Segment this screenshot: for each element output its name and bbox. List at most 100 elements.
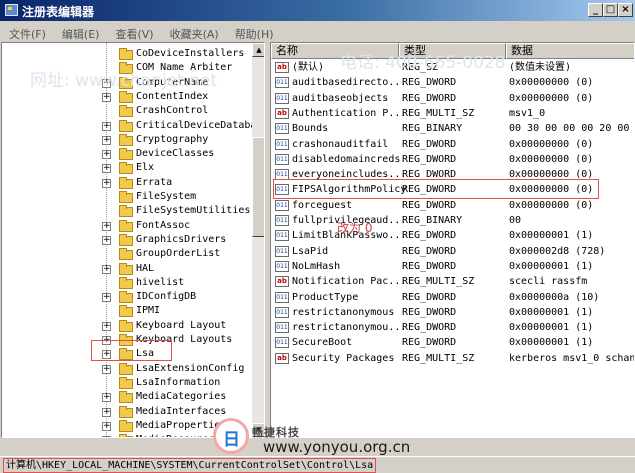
value-type: REG_DWORD xyxy=(402,77,457,89)
window-title: 注册表编辑器 xyxy=(22,5,95,19)
value-type: REG_DWORD xyxy=(402,260,457,272)
expand-plus-icon[interactable]: + xyxy=(102,121,111,131)
tree-vertical-scrollbar[interactable]: ▲ ▼ xyxy=(252,43,264,437)
tree-item[interactable]: hivelist xyxy=(2,276,252,290)
tree-item[interactable]: + MediaInterfaces xyxy=(2,405,252,419)
close-button[interactable]: × xyxy=(618,3,633,17)
tree-item[interactable]: GroupOrderList xyxy=(2,247,252,261)
tree-item[interactable]: IPMI xyxy=(2,304,252,318)
value-row[interactable]: 011 LsaPid REG_DWORD 0x000002d8 (728) xyxy=(271,244,634,259)
value-row[interactable]: 011 auditbaseobjects REG_DWORD 0x00000000 (… xyxy=(271,91,634,106)
expand-plus-icon[interactable]: + xyxy=(102,393,111,403)
column-header-data[interactable]: 数据 xyxy=(506,43,634,59)
tree-item[interactable]: + Elx xyxy=(2,161,252,175)
scroll-thumb[interactable] xyxy=(252,137,264,237)
expand-plus-icon[interactable]: + xyxy=(102,178,111,188)
binary-value-icon: 011 xyxy=(275,337,289,349)
value-type: REG_DWORD xyxy=(402,337,457,349)
tree-item[interactable]: FileSystem xyxy=(2,190,252,204)
tree-item[interactable]: + MediaCategories xyxy=(2,390,252,404)
expand-plus-icon[interactable]: + xyxy=(102,407,111,417)
value-data: scecli rassfm xyxy=(509,276,588,288)
tree-item-label: FontAssoc xyxy=(136,219,191,231)
tree-item-label: MediaCategories xyxy=(136,391,227,403)
tree-item[interactable]: + LsaExtensionConfig xyxy=(2,362,252,376)
binary-value-icon: 011 xyxy=(275,123,289,135)
value-row[interactable]: 011 auditbasedirecto... REG_DWORD 0x0000000… xyxy=(271,75,634,90)
tree-item[interactable]: + FontAssoc xyxy=(2,219,252,233)
tree-item-label: IPMI xyxy=(136,305,161,317)
value-row[interactable]: ab Security Packages REG_MULTI_SZ kerberos … xyxy=(271,351,634,366)
value-row[interactable]: 011 LimitBlankPasswo... REG_DWORD 0x0000000… xyxy=(271,228,634,243)
tree-item[interactable]: FileSystemUtilities xyxy=(2,204,252,218)
tree-item-label: MediaResources xyxy=(136,433,220,437)
value-row[interactable]: ab Authentication P... REG_MULTI_SZ msv1_0 xyxy=(271,106,634,121)
expand-plus-icon[interactable]: + xyxy=(102,164,111,174)
string-value-icon: ab xyxy=(275,107,289,119)
value-type: REG_DWORD xyxy=(402,291,457,303)
value-row[interactable]: 011 forceguest REG_DWORD 0x00000000 (0) xyxy=(271,198,634,213)
value-type: REG_MULTI_SZ xyxy=(402,276,475,288)
binary-value-icon: 011 xyxy=(275,291,289,303)
value-row[interactable]: ab Notification Pac... REG_MULTI_SZ scecli … xyxy=(271,274,634,289)
tree-item[interactable]: + HAL xyxy=(2,262,252,276)
expand-plus-icon[interactable]: + xyxy=(102,421,111,431)
maximize-button[interactable]: □ xyxy=(603,3,618,17)
value-row[interactable]: 011 fullprivilegeaud... REG_BINARY 00 xyxy=(271,213,634,228)
expand-plus-icon[interactable]: + xyxy=(102,264,111,274)
registry-tree-pane[interactable]: CoDeviceInstallers COM Name Arbiter + Compu… xyxy=(1,42,265,438)
tree-item[interactable]: COM Name Arbiter xyxy=(2,61,252,75)
tree-item[interactable]: + IDConfigDB xyxy=(2,290,252,304)
tree-item-label: GroupOrderList xyxy=(136,248,221,260)
title-bar[interactable]: 注册表编辑器 _ □ × xyxy=(0,0,635,21)
menu-favorites[interactable]: 收藏夹(A) xyxy=(161,24,226,42)
expand-plus-icon[interactable]: + xyxy=(102,92,111,102)
menu-edit[interactable]: 编辑(E) xyxy=(53,24,107,42)
minimize-button[interactable]: _ xyxy=(588,3,603,17)
expand-plus-icon[interactable]: + xyxy=(102,150,111,160)
tree-item[interactable]: + GraphicsDrivers xyxy=(2,233,252,247)
tree-item[interactable]: + Keyboard Layout xyxy=(2,319,252,333)
logo-url: www.yonyou.org.cn xyxy=(263,438,411,456)
folder-icon xyxy=(119,405,133,418)
tree-item[interactable]: + Errata xyxy=(2,176,252,190)
value-row[interactable]: 011 restrictanonymous REG_DWORD 0x00000001 … xyxy=(271,305,634,320)
expand-plus-icon[interactable]: + xyxy=(102,293,111,303)
value-name: restrictanonymou... xyxy=(292,322,407,334)
value-row[interactable]: 011 SecureBoot REG_DWORD 0x00000001 (1) xyxy=(271,335,634,350)
expand-plus-icon[interactable]: + xyxy=(102,221,111,231)
value-row[interactable]: ab (默认) REG_SZ (数值未设置) xyxy=(271,60,634,75)
value-row[interactable]: 011 restrictanonymou... REG_DWORD 0x0000000… xyxy=(271,320,634,335)
folder-icon xyxy=(119,319,133,332)
expand-plus-icon[interactable]: + xyxy=(102,321,111,331)
tree-item[interactable]: + CriticalDeviceDatabase xyxy=(2,119,264,133)
tree-item[interactable]: LsaInformation xyxy=(2,376,252,390)
column-header-type[interactable]: 类型 xyxy=(399,43,506,59)
expand-plus-icon[interactable]: + xyxy=(102,135,111,145)
expand-plus-icon[interactable]: + xyxy=(102,78,111,88)
registry-values-pane[interactable]: 名称 类型 数据 ab (默认) REG_SZ (数值未设置) 011 auditbase… xyxy=(270,42,635,438)
scroll-up-arrow-icon[interactable]: ▲ xyxy=(252,43,264,57)
folder-icon xyxy=(119,105,133,118)
menu-view[interactable]: 查看(V) xyxy=(106,24,160,42)
tree-item[interactable]: CoDeviceInstallers xyxy=(2,47,252,61)
expand-plus-icon[interactable]: + xyxy=(102,364,111,374)
value-name: forceguest xyxy=(292,199,353,211)
menu-help[interactable]: 帮助(H) xyxy=(226,24,281,42)
tree-item[interactable]: CrashControl xyxy=(2,104,252,118)
expand-plus-icon[interactable]: + xyxy=(102,235,111,245)
value-row[interactable]: 011 Bounds REG_BINARY 00 30 00 00 00 20 00 … xyxy=(271,121,634,136)
value-row[interactable]: 011 crashonauditfail REG_DWORD 0x00000000 (… xyxy=(271,137,634,152)
value-row[interactable]: 011 ProductType REG_DWORD 0x0000000a (10) xyxy=(271,290,634,305)
tree-item[interactable]: + ComputerName xyxy=(2,76,252,90)
tree-item-label: HAL xyxy=(136,262,155,274)
column-header-name[interactable]: 名称 xyxy=(271,43,399,59)
menu-file[interactable]: 文件(F) xyxy=(0,24,53,42)
value-type: REG_MULTI_SZ xyxy=(402,107,475,119)
tree-item[interactable]: + ContentIndex xyxy=(2,90,252,104)
tree-item[interactable]: + DeviceClasses xyxy=(2,147,252,161)
expand-plus-icon[interactable]: + xyxy=(102,436,111,437)
value-row[interactable]: 011 disabledomaincreds REG_DWORD 0x00000000… xyxy=(271,152,634,167)
tree-item[interactable]: + Cryptography xyxy=(2,133,252,147)
value-row[interactable]: 011 NoLmHash REG_DWORD 0x00000001 (1) xyxy=(271,259,634,274)
